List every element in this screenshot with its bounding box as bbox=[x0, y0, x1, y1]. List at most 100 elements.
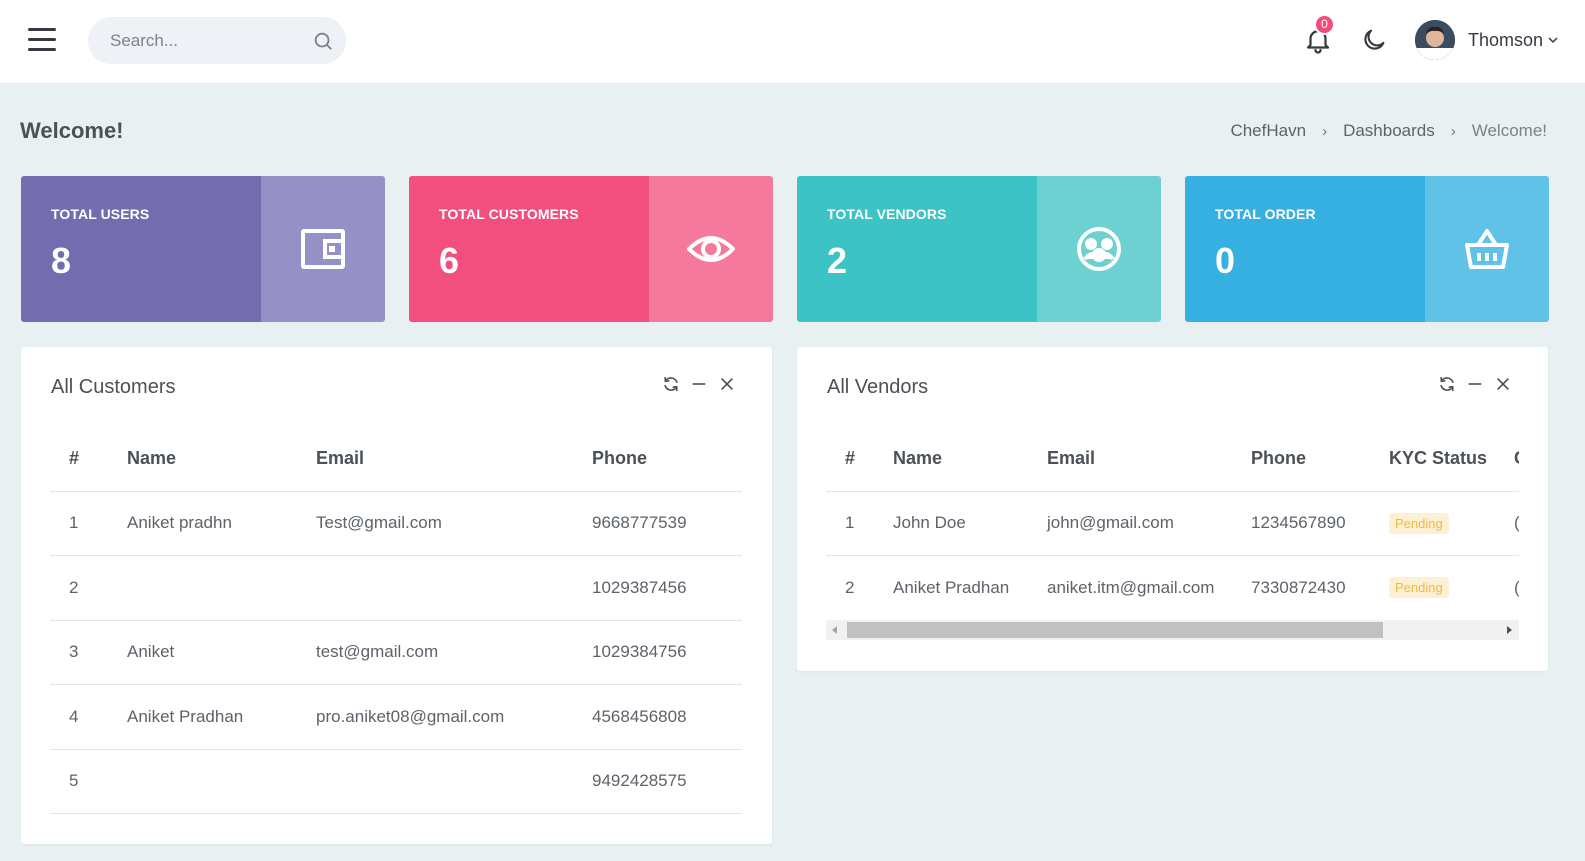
close-icon[interactable] bbox=[1494, 375, 1512, 393]
cell-phone: 9668777539 bbox=[592, 491, 742, 556]
cell-name bbox=[127, 749, 316, 814]
scrollbar-thumb[interactable] bbox=[847, 622, 1383, 638]
stat-card-orders: TOTAL ORDER 0 bbox=[1185, 176, 1549, 322]
cell-phone: 1029384756 bbox=[592, 620, 742, 685]
stat-value: 8 bbox=[51, 240, 72, 281]
column-header: Phone bbox=[1251, 426, 1389, 492]
cell-name: Aniket pradhn bbox=[127, 491, 316, 556]
chevron-right-icon: › bbox=[1450, 122, 1456, 140]
stat-card-icon-area bbox=[1037, 176, 1161, 322]
stat-card-customers: TOTAL CUSTOMERS 6 bbox=[409, 176, 773, 322]
column-header: Phone bbox=[592, 426, 742, 492]
column-header: Email bbox=[316, 426, 592, 492]
cell-index: 5 bbox=[50, 749, 127, 814]
column-header: Name bbox=[127, 426, 316, 492]
user-name[interactable]: Thomson bbox=[1468, 30, 1543, 51]
wallet-icon bbox=[301, 229, 345, 269]
cell-name bbox=[127, 555, 316, 621]
cell-email: test@gmail.com bbox=[316, 620, 592, 685]
breadcrumb-item[interactable]: ChefHavn bbox=[1230, 121, 1306, 141]
table-row: 3 Aniket test@gmail.com 1029384756 bbox=[50, 620, 742, 685]
cell-name: Aniket bbox=[127, 620, 316, 685]
stat-card-icon-area bbox=[649, 176, 773, 322]
scroll-right-icon[interactable] bbox=[1507, 626, 1512, 634]
refresh-icon[interactable] bbox=[1438, 375, 1456, 393]
stat-card-icon-area bbox=[261, 176, 385, 322]
stat-value: 2 bbox=[827, 240, 848, 281]
minimize-icon[interactable] bbox=[690, 375, 708, 393]
chevron-down-icon[interactable] bbox=[1547, 34, 1559, 46]
cell-name: John Doe bbox=[893, 491, 1047, 556]
cell-phone: 1234567890 bbox=[1251, 491, 1389, 556]
cell-email: aniket.itm@gmail.com bbox=[1047, 555, 1251, 620]
stat-value: 6 bbox=[439, 240, 460, 281]
column-header: # bbox=[50, 426, 127, 492]
refresh-icon[interactable] bbox=[662, 375, 680, 393]
table-row: 5 9492428575 bbox=[50, 749, 742, 814]
close-icon[interactable] bbox=[718, 375, 736, 393]
card-title: All Vendors bbox=[827, 376, 929, 398]
cell-index: 4 bbox=[50, 684, 127, 750]
stat-card-users: TOTAL USERS 8 bbox=[21, 176, 385, 322]
notification-badge: 0 bbox=[1314, 14, 1335, 35]
group-icon bbox=[1077, 227, 1121, 271]
minimize-icon[interactable] bbox=[1466, 375, 1484, 393]
stat-label: TOTAL CUSTOMERS bbox=[439, 206, 579, 222]
menu-toggle-icon[interactable] bbox=[28, 28, 56, 54]
status-badge: Pending bbox=[1389, 577, 1449, 599]
avatar[interactable] bbox=[1415, 20, 1455, 60]
card-tools bbox=[1438, 375, 1512, 393]
cell-index: 2 bbox=[50, 555, 127, 621]
cell-phone: 9492428575 bbox=[592, 749, 742, 814]
breadcrumb-item[interactable]: Dashboards bbox=[1343, 121, 1435, 141]
table-header-row: # Name Email Phone bbox=[50, 426, 742, 492]
chevron-right-icon: › bbox=[1322, 122, 1328, 140]
card-tools bbox=[662, 375, 736, 393]
stat-card-vendors: TOTAL VENDORS 2 bbox=[797, 176, 1161, 322]
stat-card-icon-area bbox=[1425, 176, 1549, 322]
cell-name: Aniket Pradhan bbox=[893, 555, 1047, 620]
cell-email bbox=[316, 555, 592, 621]
moon-icon[interactable] bbox=[1360, 26, 1388, 54]
breadcrumb-current: Welcome! bbox=[1471, 121, 1547, 140]
table-row: 4 Aniket Pradhan pro.aniket08@gmail.com … bbox=[50, 684, 742, 750]
cell-index: 1 bbox=[50, 491, 127, 556]
table-row: 2 1029387456 bbox=[50, 555, 742, 621]
column-header: Name bbox=[893, 426, 1047, 492]
column-header: KYC Status bbox=[1389, 426, 1514, 492]
cell-phone: 4568456808 bbox=[592, 684, 742, 750]
eye-icon bbox=[687, 236, 735, 262]
stat-label: TOTAL ORDER bbox=[1215, 206, 1316, 222]
basket-icon bbox=[1465, 229, 1509, 269]
table-row: 1 John Doe john@gmail.com 1234567890 Pen… bbox=[826, 491, 1519, 556]
status-badge: Pending bbox=[1389, 512, 1449, 534]
vendors-table-wrapper: # Name Email Phone KYC Status C 1 John D… bbox=[826, 426, 1519, 620]
cell-truncated: ( bbox=[1514, 555, 1519, 620]
cell-email: pro.aniket08@gmail.com bbox=[316, 684, 592, 750]
cell-email: john@gmail.com bbox=[1047, 491, 1251, 556]
stat-label: TOTAL VENDORS bbox=[827, 206, 947, 222]
cell-phone: 1029387456 bbox=[592, 555, 742, 621]
cell-phone: 7330872430 bbox=[1251, 555, 1389, 620]
scroll-left-icon[interactable] bbox=[832, 626, 837, 634]
cell-index: 3 bbox=[50, 620, 127, 685]
column-header: C bbox=[1514, 426, 1519, 492]
stat-label: TOTAL USERS bbox=[51, 206, 150, 222]
search-input[interactable] bbox=[110, 17, 300, 64]
column-header: Email bbox=[1047, 426, 1251, 492]
cell-kyc-status: Pending bbox=[1389, 491, 1514, 556]
table-row: 1 Aniket pradhn Test@gmail.com 966877753… bbox=[50, 491, 742, 556]
cell-index: 1 bbox=[826, 491, 893, 556]
page-title: Welcome! bbox=[20, 118, 124, 143]
horizontal-scrollbar[interactable] bbox=[826, 620, 1519, 640]
table-row: 2 Aniket Pradhan aniket.itm@gmail.com 73… bbox=[826, 555, 1519, 620]
search-icon[interactable] bbox=[312, 30, 334, 52]
search-box bbox=[88, 17, 346, 64]
cell-email bbox=[316, 749, 592, 814]
cell-name: Aniket Pradhan bbox=[127, 684, 316, 750]
cell-index: 2 bbox=[826, 555, 893, 620]
vendors-table: # Name Email Phone KYC Status C 1 John D… bbox=[826, 426, 1519, 620]
cell-email: Test@gmail.com bbox=[316, 491, 592, 556]
stat-value: 0 bbox=[1215, 240, 1236, 281]
top-bar: 0 Thomson bbox=[0, 0, 1585, 84]
